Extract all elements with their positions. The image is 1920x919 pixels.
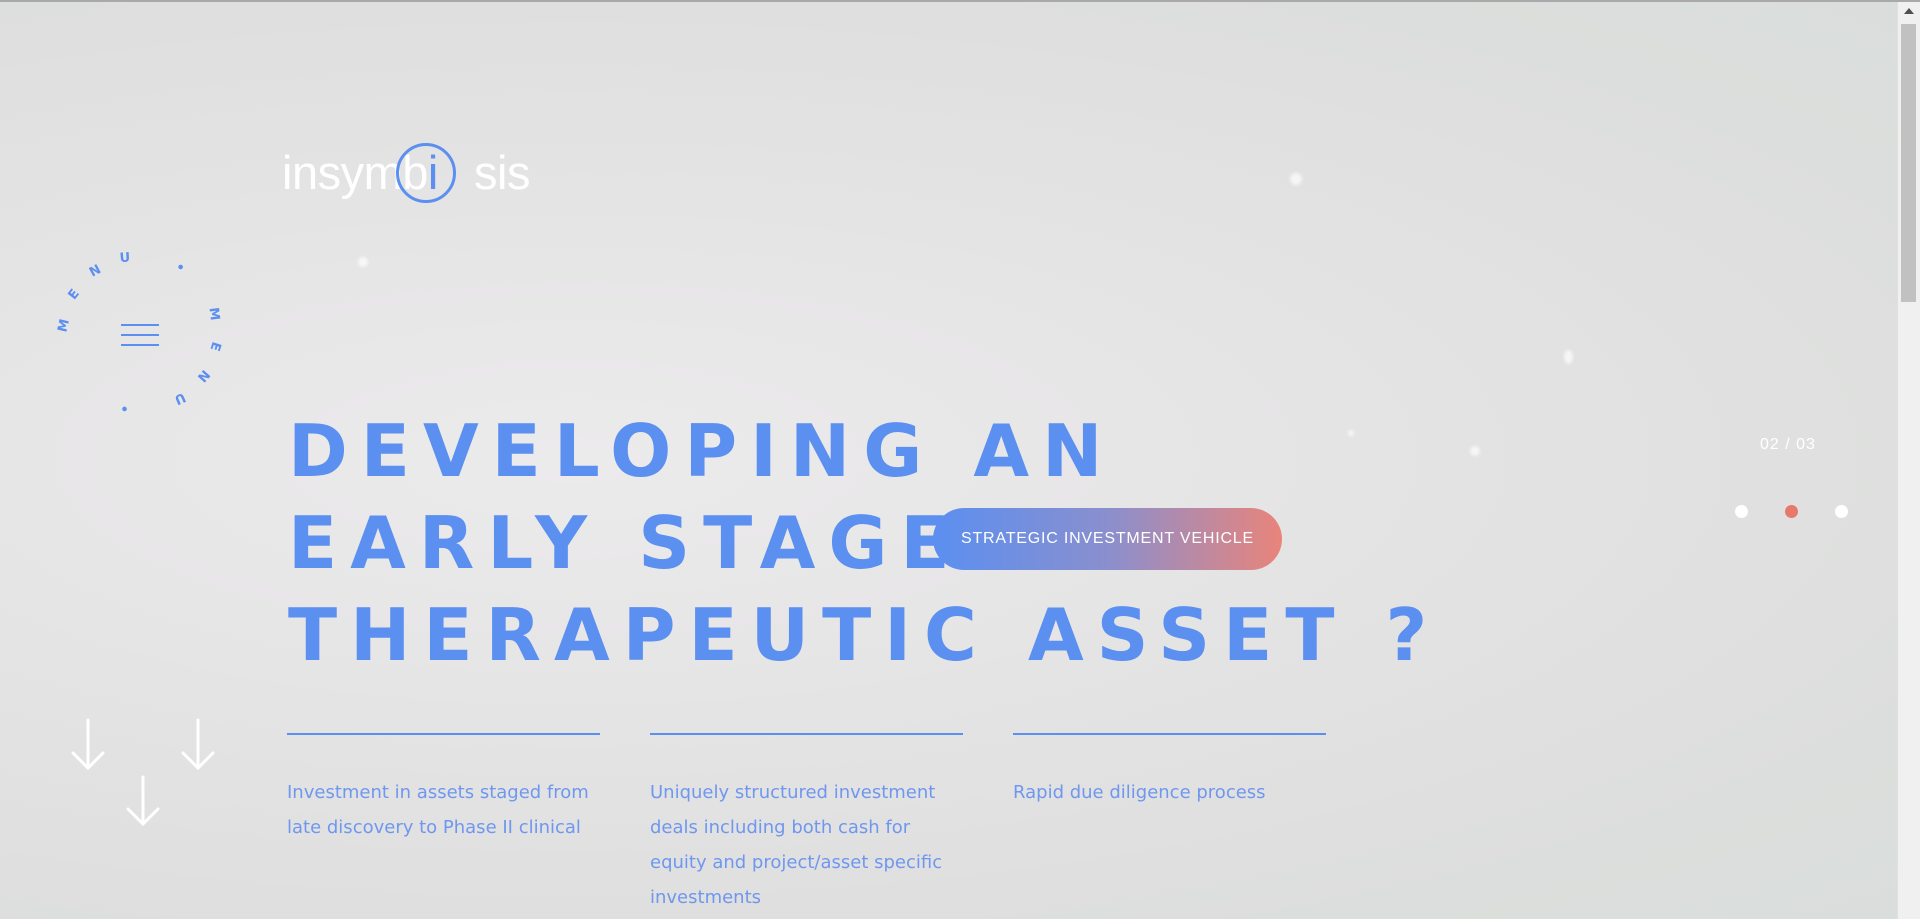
feature-text: Rapid due diligence process <box>1013 782 1266 803</box>
headline-line-1: DEVELOPING AN <box>288 409 1116 493</box>
feature-text: Investment in assets staged from late di… <box>287 782 589 838</box>
browser-top-border <box>0 0 1920 2</box>
slide-dot-1[interactable] <box>1735 505 1748 518</box>
slide-dot-2[interactable] <box>1785 505 1798 518</box>
slide-dot-3[interactable] <box>1835 505 1848 518</box>
arrow-down-icon[interactable] <box>68 715 228 830</box>
site-logo[interactable]: insymbi sis <box>282 138 530 208</box>
feature-column: Rapid due diligence process <box>1013 733 1326 810</box>
divider <box>287 733 600 735</box>
strategic-investment-button[interactable]: STRATEGIC INVESTMENT VEHICLE <box>933 508 1282 570</box>
headline-line-3: THERAPEUTIC ASSET ? <box>288 593 1441 677</box>
scrollbar-thumb[interactable] <box>1901 24 1916 302</box>
scroll-up-icon[interactable] <box>1904 8 1914 14</box>
page-scrollbar[interactable] <box>1897 2 1920 919</box>
divider <box>650 733 963 735</box>
feature-column: Investment in assets staged from late di… <box>287 733 600 845</box>
slide-counter: 02 / 03 <box>1760 436 1816 453</box>
feature-column: Uniquely structured investment deals inc… <box>650 733 963 915</box>
logo-ring-icon <box>396 143 456 203</box>
hamburger-icon[interactable] <box>121 324 159 348</box>
logo-suffix: sis <box>474 146 530 199</box>
background-speck <box>1564 350 1573 364</box>
background-speck <box>1290 173 1302 185</box>
menu-button[interactable]: MENU • MENU • <box>55 248 225 418</box>
background-speck <box>358 257 368 267</box>
feature-text: Uniquely structured investment deals inc… <box>650 782 943 908</box>
divider <box>1013 733 1326 735</box>
background-speck <box>1470 446 1480 456</box>
